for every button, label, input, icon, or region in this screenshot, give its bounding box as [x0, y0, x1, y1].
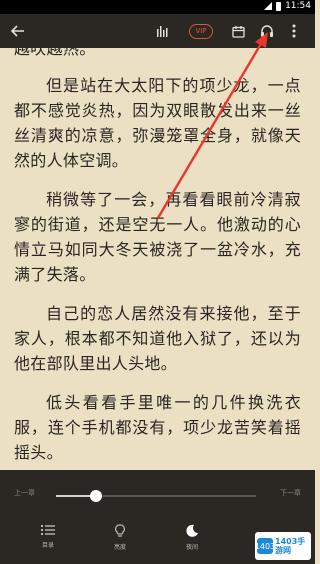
brightness-label: 亮度: [113, 544, 126, 551]
chart-button[interactable]: [152, 14, 172, 48]
catalog-label: 目录: [41, 542, 54, 549]
battery-icon: [276, 1, 282, 11]
brightness-button[interactable]: 亮度: [100, 524, 140, 551]
more-vertical-icon: [292, 24, 296, 38]
paragraph: 稍微等了一会，再看看眼前冷清寂寥的街道，还是空无一人。他激动的心情立马如同大冬天…: [14, 190, 301, 284]
paragraph: 但是站在大太阳下的项少龙，一点都不感觉炎热，因为双眼散发出来一丝丝清爽的凉意，弥…: [14, 76, 301, 170]
arrow-left-icon: [11, 25, 24, 37]
night-label: 夜间: [185, 544, 198, 551]
progress-slider[interactable]: [56, 495, 256, 497]
night-mode-button[interactable]: 夜间: [172, 524, 212, 551]
calendar-button[interactable]: [228, 14, 248, 48]
bars-chart-icon: [157, 26, 168, 37]
signal-icon: [264, 2, 273, 10]
reader-bottom-panel: 上一章 下一章 目录 亮度 夜间 1403 1403手游网: [0, 470, 315, 564]
list-icon: [41, 525, 55, 535]
more-button[interactable]: [286, 14, 302, 48]
paragraph: 低头看看手里唯一的几件换洗衣服，连个手机都没有，项少龙苦笑着摇摇头。: [14, 393, 301, 462]
status-right: 11:54: [264, 1, 311, 11]
reader-toolbar: VIP: [0, 14, 315, 48]
reading-content[interactable]: 越吹越热。 但是站在大太阳下的项少龙，一点都不感觉炎热，因为双眼散发出来一丝丝清…: [0, 48, 315, 462]
bulb-icon: [115, 524, 125, 537]
watermark: 1403 1403手游网: [255, 532, 311, 560]
chapter-progress-row: 上一章 下一章: [0, 482, 315, 510]
partial-line: 越吹越热。: [14, 48, 96, 58]
back-button[interactable]: [8, 14, 28, 48]
calendar-icon: [231, 25, 245, 38]
status-time: 11:54: [285, 1, 311, 11]
catalog-button[interactable]: 目录: [28, 524, 68, 549]
prev-chapter-button[interactable]: 上一章: [14, 488, 35, 498]
headphones-icon: [261, 25, 273, 37]
paragraph: 自己的恋人居然没有来接他，至于家人，根本都不知道他入狱了，还以为他在部队里出人头…: [14, 304, 301, 373]
progress-thumb[interactable]: [90, 490, 102, 502]
watermark-text: 1403手游网: [275, 537, 306, 555]
listen-button[interactable]: [256, 14, 278, 48]
vip-badge: VIP: [189, 23, 213, 39]
next-chapter-button[interactable]: 下一章: [280, 488, 301, 498]
moon-icon: [186, 524, 198, 537]
watermark-logo-icon: 1403: [255, 538, 275, 554]
vip-badge-button[interactable]: VIP: [180, 14, 222, 48]
status-bar: 11:54: [0, 0, 315, 14]
